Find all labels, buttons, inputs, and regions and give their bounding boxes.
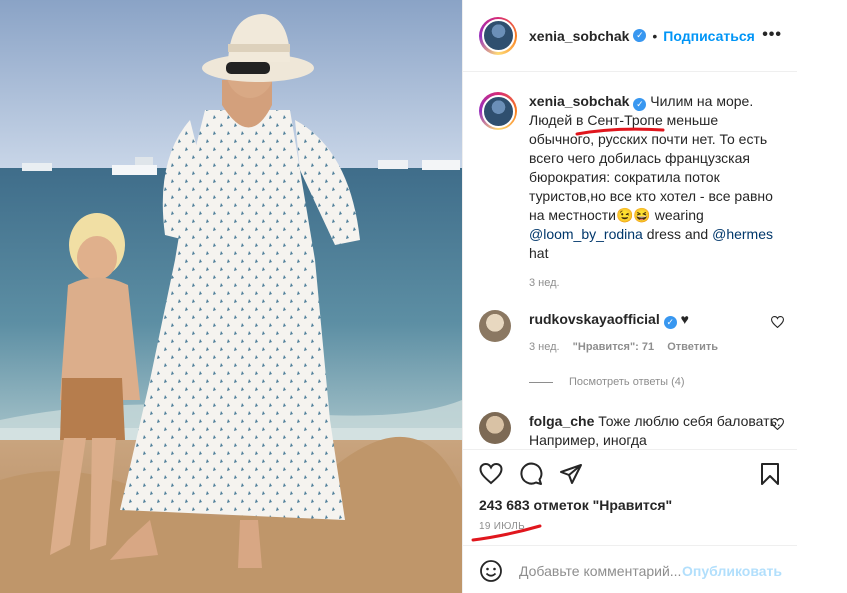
likes-count[interactable]: 243 683 отметок "Нравится" <box>479 497 672 513</box>
post-caption: xenia_sobchak ✓ Чилим на море. Людей в Се… <box>479 92 784 289</box>
post-date[interactable]: 19 ИЮЛЬ <box>479 521 525 532</box>
comment-username[interactable]: rudkovskayaofficial <box>529 311 660 327</box>
like-heart-icon[interactable] <box>479 462 503 486</box>
verified-badge-icon: ✓ <box>633 29 647 42</box>
comment-avatar[interactable] <box>479 412 511 444</box>
replies-divider <box>529 381 553 383</box>
separator-dot: • <box>652 27 658 44</box>
emoji-smiley-icon[interactable] <box>479 559 503 583</box>
comment-item: rudkovskayaofficial ✓ ♥ 3 нед. "Нравится"… <box>479 310 784 353</box>
comment-text: ♥ <box>680 311 689 327</box>
post-actions: 243 683 отметок "Нравится" 19 ИЮЛЬ Добав… <box>463 449 798 593</box>
like-comment-icon[interactable] <box>771 316 784 328</box>
save-bookmark-icon[interactable] <box>758 462 782 486</box>
post-photo[interactable] <box>0 0 462 593</box>
caption-avatar[interactable] <box>479 92 517 130</box>
verified-badge-icon: ✓ <box>663 316 677 329</box>
mention-link-2[interactable]: @hermes <box>712 226 773 242</box>
caption-part-3: dress and <box>642 226 713 242</box>
caption-part-4: hat <box>529 245 549 261</box>
comment-avatar[interactable] <box>479 310 511 342</box>
publish-button[interactable]: Опубликовать <box>682 563 782 579</box>
view-replies-label: Посмотреть ответы (4) <box>569 376 685 388</box>
action-icons <box>479 462 583 486</box>
view-replies-button[interactable]: Посмотреть ответы (4) <box>529 376 685 388</box>
mention-link-1[interactable]: @loom_by_rodina <box>529 226 643 242</box>
caption-part-2: меньше обычного, русских почти нет. То е… <box>529 112 773 223</box>
comment-body: rudkovskayaofficial ✓ ♥ <box>529 310 784 329</box>
comment-body: folga_che Тоже люблю себя баловать. Напр… <box>529 412 784 450</box>
share-paper-plane-icon[interactable] <box>559 462 583 486</box>
comment-bubble-icon[interactable] <box>519 462 543 486</box>
comment-meta: 3 нед. "Нравится": 71 Ответить <box>529 341 784 353</box>
like-comment-icon[interactable] <box>771 418 784 430</box>
caption-time[interactable]: 3 нед. <box>529 277 784 289</box>
post-panel: xenia_sobchak ✓ • Подписаться ••• xenia_… <box>462 0 798 593</box>
avatar-image <box>481 94 515 128</box>
caption-text: xenia_sobchak ✓ Чилим на море. Людей в Се… <box>529 92 784 263</box>
page-background <box>797 0 847 593</box>
comment-username[interactable]: folga_che <box>529 413 594 429</box>
post-header: xenia_sobchak ✓ • Подписаться ••• <box>463 0 798 72</box>
follow-button[interactable]: Подписаться <box>663 28 755 44</box>
avatar-image <box>481 19 515 52</box>
caption-highlight: в Сент-Тропе <box>576 112 663 128</box>
comment-time[interactable]: 3 нед. <box>529 341 560 353</box>
beach-photo-image <box>0 0 462 593</box>
comment-item: folga_che Тоже люблю себя баловать. Напр… <box>479 412 784 450</box>
add-comment-row: Добавьте комментарий... Опубликовать <box>463 545 798 593</box>
caption-username[interactable]: xenia_sobchak <box>529 93 629 109</box>
more-options-icon[interactable]: ••• <box>762 26 782 44</box>
reply-button[interactable]: Ответить <box>667 341 718 353</box>
verified-badge-icon: ✓ <box>633 98 647 111</box>
comment-likes[interactable]: "Нравится": 71 <box>573 341 654 353</box>
comment-input[interactable]: Добавьте комментарий... <box>519 563 681 579</box>
author-avatar[interactable] <box>479 16 517 55</box>
author-username[interactable]: xenia_sobchak <box>529 28 629 44</box>
